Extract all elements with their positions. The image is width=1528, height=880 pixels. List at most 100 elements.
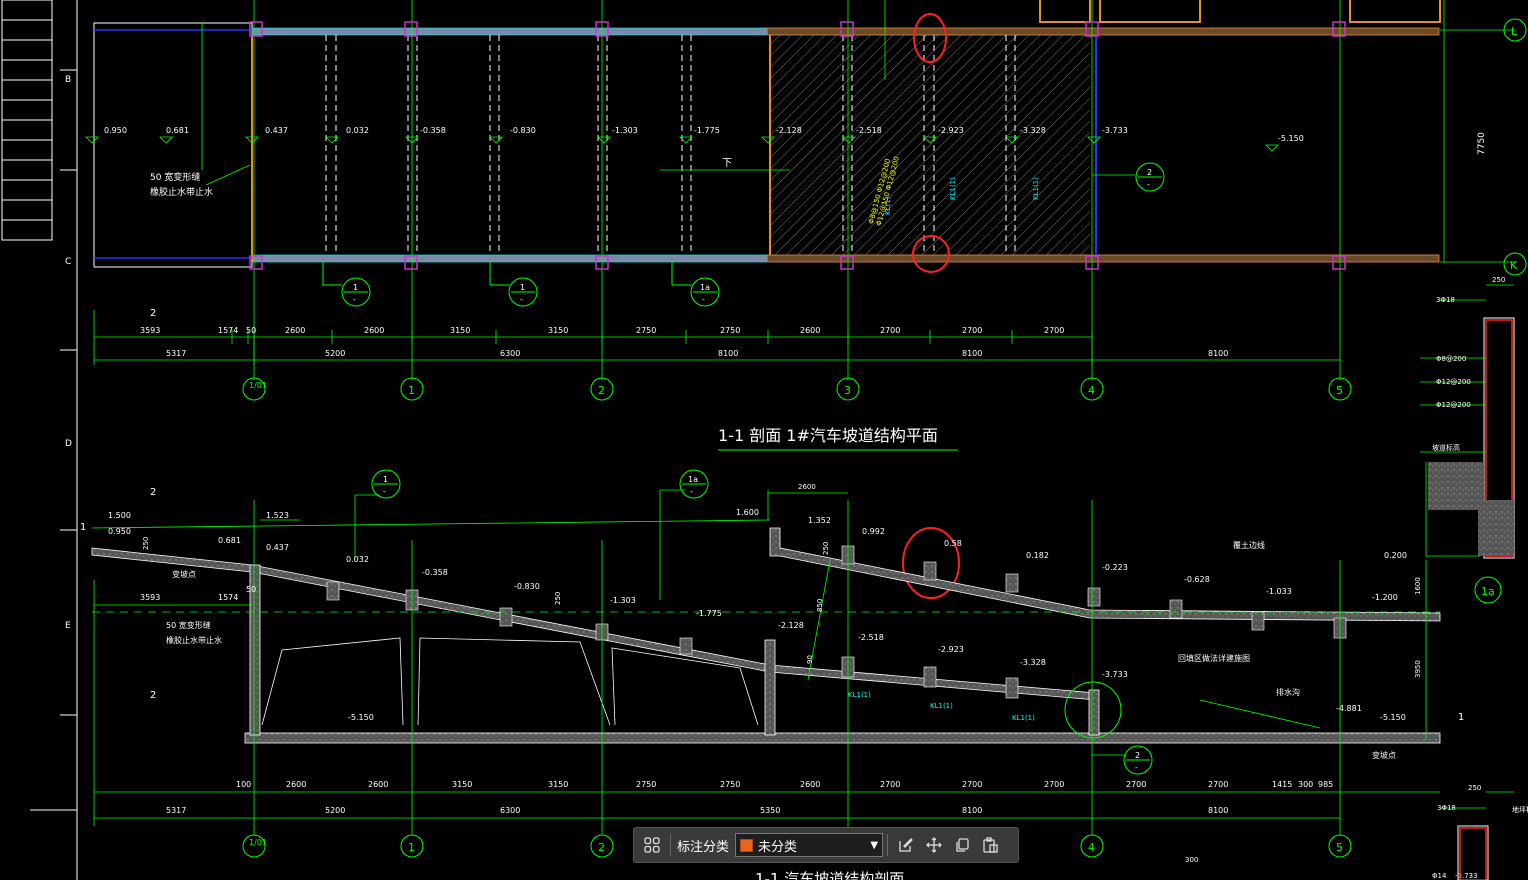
svg-text:2700: 2700 <box>1126 780 1146 789</box>
sect-level-19: 0.200 <box>1384 551 1407 560</box>
sect-level-27: -5.150 <box>1380 713 1406 722</box>
sect-fill-line: 覆土边线 <box>1233 540 1265 550</box>
axis-K: K <box>1510 259 1518 272</box>
svg-text:2600: 2600 <box>364 326 384 335</box>
svg-text:90: 90 <box>806 655 814 664</box>
svg-text:6300: 6300 <box>500 349 520 358</box>
svg-text:2750: 2750 <box>720 326 740 335</box>
svg-text:2600: 2600 <box>800 780 820 789</box>
svg-text:2750: 2750 <box>636 326 656 335</box>
toolbar-divider <box>887 834 889 856</box>
svg-text:3150: 3150 <box>452 780 472 789</box>
category-color-swatch <box>740 838 754 852</box>
svg-text:2700: 2700 <box>962 780 982 789</box>
chevron-down-icon: ▼ <box>870 839 879 851</box>
plan-level-3: 0.032 <box>346 126 369 135</box>
svg-text:250: 250 <box>822 542 830 555</box>
axis-L: L <box>1511 25 1518 38</box>
svg-text:985: 985 <box>1318 780 1333 789</box>
sect-level-14: 0.58 <box>944 539 962 548</box>
edge-mark-2a: 2 <box>150 308 156 319</box>
plan-sect-2b: 2 <box>1147 168 1152 177</box>
section-title: 1-1 汽车坡道结构剖面 <box>755 870 904 880</box>
sect-mark-1: 1 <box>383 475 388 484</box>
paste-icon[interactable] <box>976 831 1004 859</box>
sect-level-23: -3.328 <box>1020 658 1046 667</box>
svg-text:2700: 2700 <box>880 780 900 789</box>
sect-kl-0: KL1(1) <box>848 691 871 699</box>
sect-level-11: 1.600 <box>736 508 759 517</box>
sect-level-0: 1.500 <box>108 511 131 520</box>
plan-level-5: -0.830 <box>510 126 536 135</box>
svg-text:2700: 2700 <box>1208 780 1228 789</box>
sect-level-22: -2.923 <box>938 645 964 654</box>
plan-note-waterstop: 橡胶止水带止水 <box>150 186 213 198</box>
sect-kl-2: KL1(1) <box>1012 714 1035 722</box>
plan-vertical-dim: 7750 <box>1477 132 1487 155</box>
svg-text:-: - <box>1135 763 1138 772</box>
svg-text:-: - <box>690 487 693 496</box>
svg-text:3150: 3150 <box>548 326 568 335</box>
plan-level-10: -2.923 <box>938 126 964 135</box>
base-slab <box>244 732 1441 744</box>
detail-dim-300: 300 <box>1185 856 1198 864</box>
plan-level-9: -2.518 <box>856 126 882 135</box>
plan-dim-top-0: 3593 <box>140 326 160 335</box>
axis-5: 5 <box>1336 384 1343 397</box>
sect-level-20: -1.200 <box>1372 593 1398 602</box>
svg-text:5200: 5200 <box>325 806 345 815</box>
svg-text:2600: 2600 <box>285 326 305 335</box>
sect-level-18: -1.033 <box>1266 587 1292 596</box>
axis-lower-5: 5 <box>1336 841 1343 854</box>
svg-text:2600: 2600 <box>800 326 820 335</box>
svg-text:-: - <box>353 295 356 304</box>
plan-level-1: 0.681 <box>166 126 189 135</box>
sect-level-9: -1.775 <box>696 609 722 618</box>
svg-text:2700: 2700 <box>1044 780 1064 789</box>
detail-rebar-3: Φ12@200 <box>1436 401 1471 409</box>
edit-icon[interactable] <box>892 831 920 859</box>
svg-text:3150: 3150 <box>548 780 568 789</box>
plan-view: 0.950 0.681 0.437 0.032 -0.358 -0.830 -1… <box>85 0 1527 604</box>
sect-level-24: -3.733 <box>1102 670 1128 679</box>
detail-lower-1: Φ14 <box>1432 872 1447 880</box>
plan-level-6: -1.303 <box>612 126 638 135</box>
grid-view-icon[interactable] <box>638 831 666 859</box>
svg-text:50: 50 <box>246 326 256 335</box>
plan-kl-2: KL(1) <box>884 196 892 215</box>
plan-sect-2: 1 <box>520 283 525 292</box>
sect-level-12: 1.352 <box>808 516 831 525</box>
sect-level-25: -4.881 <box>1336 704 1362 713</box>
sect-kl-1: KL1(1) <box>930 702 953 710</box>
copy-icon[interactable] <box>948 831 976 859</box>
edge-mark-1: 1 <box>80 522 86 533</box>
svg-text:2600: 2600 <box>286 780 306 789</box>
toolbar-divider <box>670 834 671 856</box>
sect-level-26: -5.150 <box>348 713 374 722</box>
category-dropdown[interactable]: 未分类 ▼ <box>735 833 884 857</box>
edge-mark-right-1: 1 <box>1458 712 1464 723</box>
lower-ramp-slab <box>91 547 1097 701</box>
sect-level-17: -0.628 <box>1184 575 1210 584</box>
cad-drawing-canvas[interactable]: B C D E 2 2 2 1 0.950 0.681 0.437 0.032 … <box>0 0 1528 880</box>
top-wall <box>766 27 1440 36</box>
sect-level-2: 0.681 <box>218 536 241 545</box>
plan-level-2: 0.437 <box>265 126 288 135</box>
plan-level-0: 0.950 <box>104 126 127 135</box>
sect-level-10: -2.128 <box>778 621 804 630</box>
plan-level-4: -0.358 <box>420 126 446 135</box>
axis-lower-2: 2 <box>598 841 605 854</box>
svg-text:1574: 1574 <box>218 326 238 335</box>
detail-rebar-4: 坡道标高 <box>1432 443 1460 452</box>
svg-text:-: - <box>383 487 386 496</box>
sect-change-point: 变坡点 <box>172 569 196 579</box>
edge-marks: 2 2 2 1 <box>80 308 156 701</box>
svg-text:8100: 8100 <box>962 349 982 358</box>
detail-lower-3: 地坪标高 <box>1512 805 1528 814</box>
bottom-beam <box>251 254 768 263</box>
svg-text:1415: 1415 <box>1272 780 1292 789</box>
move-icon[interactable] <box>920 831 948 859</box>
axis-1a: 1a <box>1481 585 1495 598</box>
sect-dim-1600: 1600 <box>1414 577 1422 595</box>
svg-text:5200: 5200 <box>325 349 345 358</box>
